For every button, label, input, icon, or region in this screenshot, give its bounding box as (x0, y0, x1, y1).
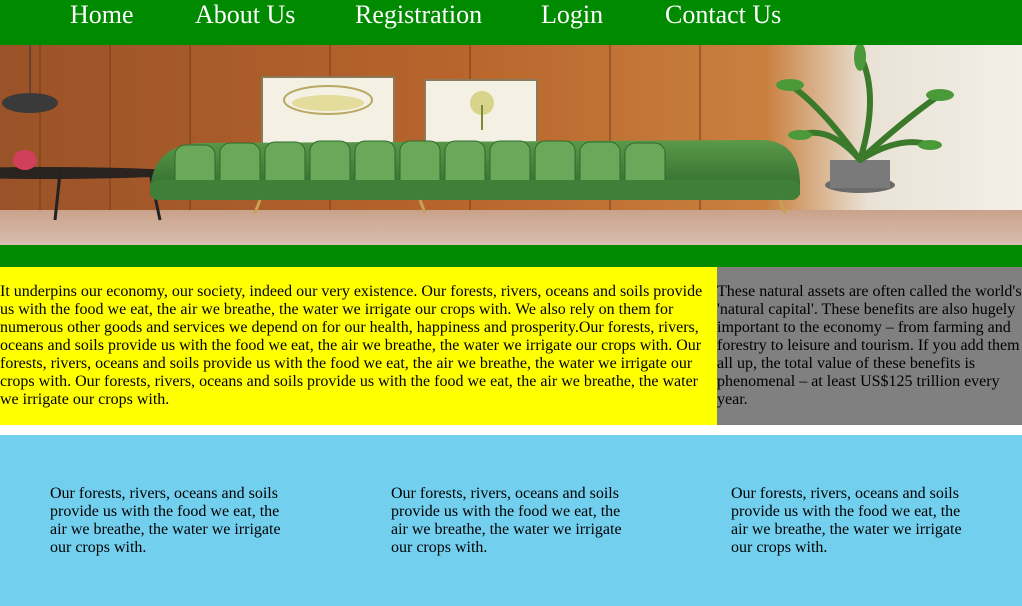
nav-link-contact-us[interactable]: Contact Us (665, 0, 781, 30)
natural-capital-panel: These natural assets are often called th… (717, 267, 1022, 425)
feature-column-text: Our forests, rivers, oceans and soils pr… (731, 485, 962, 556)
feature-column-text: Our forests, rivers, oceans and soils pr… (391, 485, 622, 556)
intro-paragraph: It underpins our economy, our society, i… (0, 283, 703, 408)
nav-link-login[interactable]: Login (541, 0, 603, 30)
feature-column-text: Our forests, rivers, oceans and soils pr… (50, 485, 281, 556)
intro-text-panel: It underpins our economy, our society, i… (0, 267, 717, 425)
nav-link-home[interactable]: Home (70, 0, 134, 30)
living-room-photo-icon (0, 45, 1022, 245)
hero-banner-image (0, 45, 1022, 245)
nav-link-about-us[interactable]: About Us (195, 0, 295, 30)
top-navbar: Home About Us Registration Login Contact… (0, 0, 1022, 45)
natural-capital-paragraph: These natural assets are often called th… (717, 283, 1022, 408)
nav-link-registration[interactable]: Registration (355, 0, 482, 30)
feature-columns-section: Our forests, rivers, oceans and soils pr… (0, 435, 1022, 606)
green-divider-band (0, 245, 1022, 267)
